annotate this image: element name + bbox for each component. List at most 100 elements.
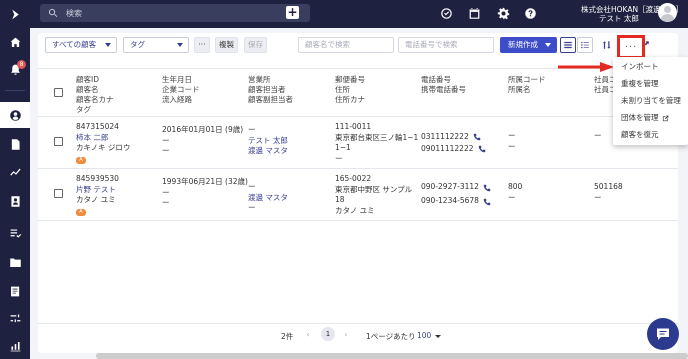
header-col-office[interactable]: 営業所 顧客担当者 顧客副担当者 [248,75,293,105]
calendar-icon[interactable] [467,6,481,20]
menu-item-manage-duplicates[interactable]: 重複を管理 [621,78,659,89]
header-text: 生年月日 [162,75,192,84]
chevron-right-icon[interactable]: › [340,329,352,341]
help-icon[interactable] [523,6,537,20]
header-text: 企業コード [162,85,200,94]
cell-employee: ー [594,131,602,142]
owner-link[interactable]: 渡邊 マスタ [248,193,288,204]
menu-item-manage-groups[interactable]: 団体を管理 [621,112,669,123]
customer-name-search-input[interactable]: 顧客名で検索 [298,37,394,53]
header-col-customer[interactable]: 顧客ID 顧客名 顧客名カナ タグ [76,75,114,115]
per-page-label: 1ページあたり [366,332,416,341]
chevron-down-icon [177,43,183,47]
annotation-arrow [558,62,614,72]
customer-filter-dropdown[interactable]: すべての顧客 [45,37,117,53]
affiliation-name: ー [508,141,516,151]
header-text: 所属名 [508,85,531,94]
sub-owner-link[interactable]: 渡邊 マスタ [248,146,288,157]
header-text: 郵便番号 [335,75,365,84]
phone-number: 090-2927-3112 [421,182,479,191]
menu-item-restore-customers[interactable]: 顧客を復元 [621,129,659,140]
employee-code: ー [594,131,602,140]
tag-badge: A [76,156,86,164]
sort-icon[interactable] [600,38,614,52]
customer-name-link[interactable]: 片野 テスト [76,185,119,196]
chevron-left-icon[interactable]: ‹ [302,329,314,341]
folder-icon [9,257,21,267]
quick-add-button[interactable]: + [286,6,299,19]
header-col-phone[interactable]: 電話番号 携帯電話番号 [421,75,466,95]
horizontal-scrollbar[interactable] [96,353,688,359]
customer-name-link[interactable]: 柿本 二郎 [76,133,130,144]
tag-filter-dropdown[interactable]: タグ [123,37,189,53]
chevron-down-icon [105,43,111,47]
sidebar-item-customers[interactable] [0,102,30,128]
address-kana: カタノ ユミ [335,205,375,215]
table-row[interactable]: 847315024 柿本 二郎 カキノキ ジロウ A 2016年01月01日 (… [38,117,678,169]
sidebar-item-folders[interactable] [0,249,30,275]
table-row[interactable]: 845939530 片野 テスト カタノ ユミ A 1993年06月21日 (3… [38,169,678,221]
header-col-birthdate[interactable]: 生年月日 企業コード 流入経路 [162,75,200,105]
sidebar-item-settings-list[interactable] [0,305,30,331]
inflow: ー [162,198,170,207]
customer-id: 845939530 [76,174,119,183]
check-circle-icon[interactable] [439,6,453,20]
gear-icon[interactable] [496,6,510,20]
search-placeholder: 検索 [66,8,82,18]
table-header: 顧客ID 顧客名 顧客名カナ タグ 生年月日 企業コード 流入経路 営業所 顧客… [38,68,678,117]
more-menu-button[interactable]: ··· [617,35,645,59]
sliders-icon [10,313,20,322]
header-col-address[interactable]: 郵便番号 住所 住所カナ [335,75,365,105]
topbar: 検索 + 株式会社HOKAN［渡邊デモ］ テスト 太郎 [30,0,688,28]
phone-icon[interactable] [483,183,491,192]
sidebar-item-analytics[interactable] [0,158,30,184]
chat-button[interactable] [647,318,679,350]
header-text: 電話番号 [421,75,451,84]
menu-item-manage-unassigned[interactable]: 未割り当てを管理 [621,95,681,106]
owner-link[interactable]: テスト 太郎 [248,136,288,147]
customer-kana: カタノ ユミ [76,195,116,204]
birthdate: 1993年06月21日 (32歳) [162,177,248,186]
avatar[interactable] [658,3,677,22]
sidebar-item-contacts[interactable] [0,188,30,214]
menu-item-import[interactable]: インポート [621,61,659,72]
save-button[interactable]: 保存 [244,37,267,53]
header-col-affiliation[interactable]: 所属コード 所属名 [508,75,546,95]
row-checkbox[interactable] [54,189,63,198]
new-button[interactable]: 新規作成 [500,37,557,53]
pagination: 2件 ‹ 1 › 1ページあたり 100 [38,323,678,343]
logo-icon[interactable] [0,0,30,28]
inflow: ー [162,146,170,155]
cell-employee: 501168 ー [594,182,623,203]
copy-button[interactable]: 複製 [215,37,238,53]
company-code: ー [162,187,170,197]
more-filter-button[interactable]: ··· [194,37,210,53]
office: ー [248,182,256,191]
page-current[interactable]: 1 [321,327,335,341]
sidebar-item-chart[interactable] [0,333,30,359]
sidebar-item-home[interactable] [0,29,30,55]
tag-badge: A [76,208,86,216]
sidebar-item-documents[interactable] [0,131,30,157]
select-all-checkbox[interactable] [54,88,63,97]
cell-address: 111-0011 東京都台東区三ノ輪1−1 1−1 ー [335,122,418,164]
phone-icon[interactable] [483,197,491,206]
row-checkbox[interactable] [54,137,63,146]
employee-code: 501168 [594,182,623,191]
global-search-input[interactable]: 検索 [40,4,310,22]
external-link-icon [662,115,669,122]
list-view-button[interactable] [560,37,576,53]
phone-icon[interactable] [478,145,486,153]
per-page-select[interactable]: 100 [417,331,442,340]
sidebar-item-reports[interactable] [0,278,30,304]
detail-view-button[interactable] [577,37,593,53]
customer-id: 847315024 [76,122,119,131]
sidebar-item-notifications[interactable]: 8 [0,56,30,82]
checklist-icon [10,228,21,238]
header-text: 顧客ID [76,75,99,84]
cell-office: ー テスト 太郎 渡邊 マスタ [248,125,288,157]
phone-icon[interactable] [473,133,481,141]
phone-search-input[interactable]: 電話番号で検索 [398,37,494,53]
sidebar-item-tasks[interactable] [0,220,30,246]
cell-affiliation: ー ー [508,131,516,152]
